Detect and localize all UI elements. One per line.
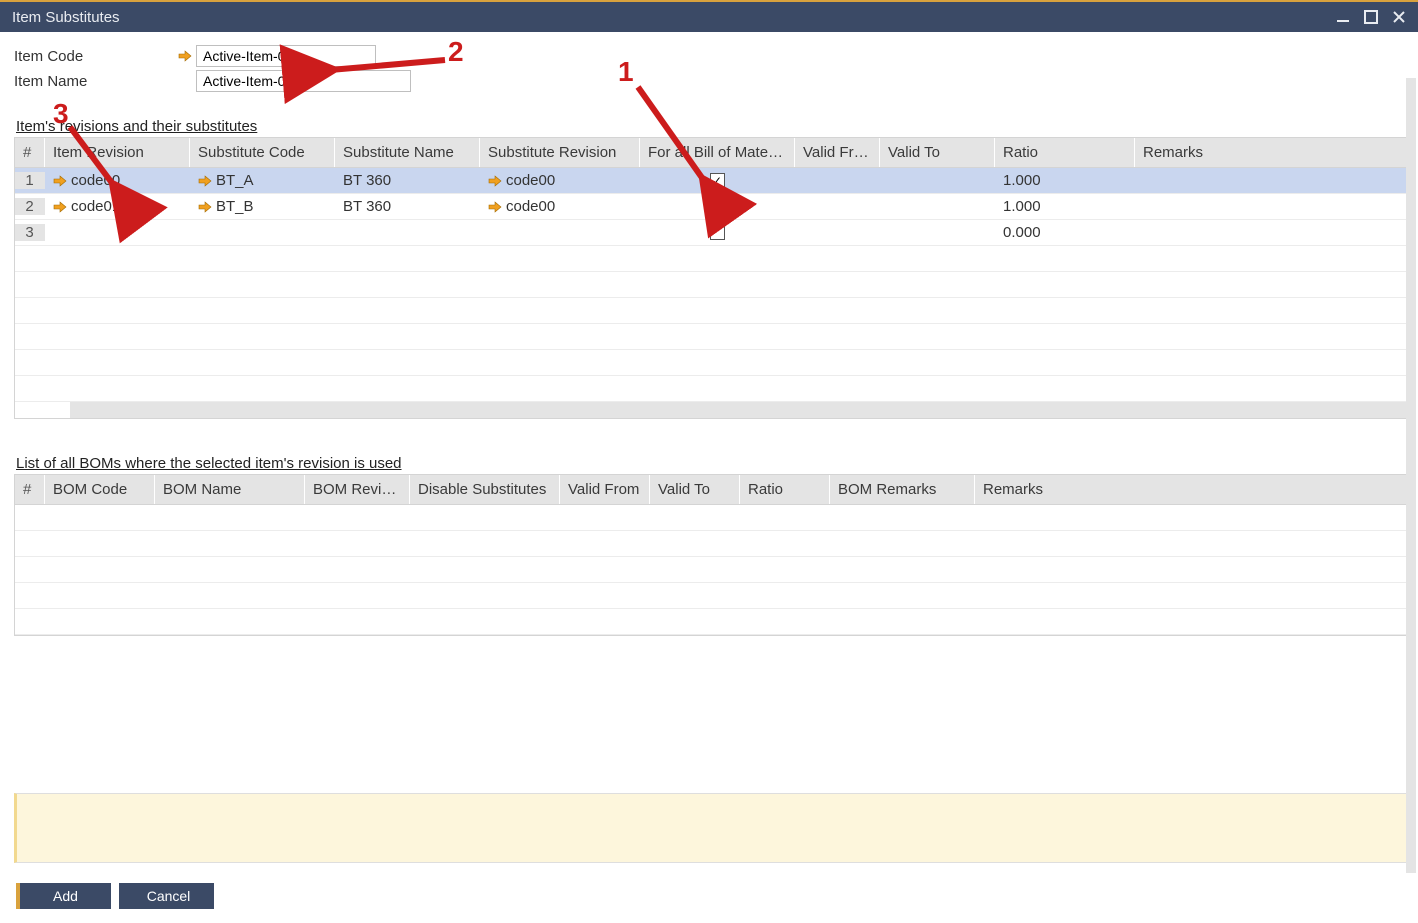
col-substitute-code[interactable]: Substitute Code xyxy=(190,138,335,167)
grid1-title: Item's revisions and their substitutes xyxy=(16,118,1408,135)
row-number: 1 xyxy=(15,172,45,189)
item-code-label: Item Code xyxy=(14,48,174,65)
link-arrow-icon[interactable] xyxy=(488,174,502,188)
cell-substitute-code[interactable]: BT_B xyxy=(190,198,335,215)
col2-ratio[interactable]: Ratio xyxy=(740,475,830,504)
col2-num[interactable]: # xyxy=(15,475,45,504)
link-arrow-icon[interactable] xyxy=(174,49,196,63)
link-arrow-icon[interactable] xyxy=(488,200,502,214)
grid1-header-row: # Item Revision Substitute Code Substitu… xyxy=(15,138,1407,168)
row-number: 2 xyxy=(15,198,45,215)
item-code-input[interactable] xyxy=(196,45,376,67)
col2-bom-remarks[interactable]: BOM Remarks xyxy=(830,475,975,504)
col-remarks[interactable]: Remarks xyxy=(1135,138,1407,167)
cell-substitute-revision[interactable]: code00 xyxy=(480,172,640,189)
item-name-label: Item Name xyxy=(14,73,174,90)
minimize-button[interactable] xyxy=(1332,6,1354,28)
close-button[interactable] xyxy=(1388,6,1410,28)
for-all-bom-checkbox[interactable] xyxy=(710,199,725,214)
col2-valid-from[interactable]: Valid From xyxy=(560,475,650,504)
table-row[interactable]: 3 0.000 xyxy=(15,220,1407,246)
cell-for-all-bom[interactable] xyxy=(640,225,795,240)
cell-item-revision[interactable]: code00 xyxy=(45,172,190,189)
col-substitute-revision[interactable]: Substitute Revision xyxy=(480,138,640,167)
col-num[interactable]: # xyxy=(15,138,45,167)
col-ratio[interactable]: Ratio xyxy=(995,138,1135,167)
grid2-header-row: # BOM Code BOM Name BOM Revision Disable… xyxy=(15,475,1407,505)
cell-substitute-name[interactable]: BT 360 xyxy=(335,172,480,189)
maximize-button[interactable] xyxy=(1360,6,1382,28)
row-number: 3 xyxy=(15,224,45,241)
remarks-panel[interactable] xyxy=(14,793,1408,863)
bom-usage-grid: # BOM Code BOM Name BOM Revision Disable… xyxy=(14,474,1408,636)
link-arrow-icon[interactable] xyxy=(198,200,212,214)
content-area: Item Code Item Name Item's revisions and… xyxy=(0,32,1418,923)
titlebar: Item Substitutes xyxy=(0,2,1418,32)
col2-bom-name[interactable]: BOM Name xyxy=(155,475,305,504)
cell-for-all-bom[interactable] xyxy=(640,199,795,214)
cell-substitute-name[interactable]: BT 360 xyxy=(335,198,480,215)
substitutes-grid: # Item Revision Substitute Code Substitu… xyxy=(14,137,1408,419)
cell-substitute-revision[interactable]: code00 xyxy=(480,198,640,215)
grid1-hscroll[interactable] xyxy=(15,402,1407,418)
cell-ratio[interactable]: 0.000 xyxy=(995,224,1135,241)
table-row[interactable]: 1 code00 BT_ABT 360 code00 1.000 xyxy=(15,168,1407,194)
col-substitute-name[interactable]: Substitute Name xyxy=(335,138,480,167)
header-form: Item Code Item Name xyxy=(14,44,1408,94)
cell-ratio[interactable]: 1.000 xyxy=(995,198,1135,215)
window-title: Item Substitutes xyxy=(12,9,120,26)
cancel-button[interactable]: Cancel xyxy=(119,883,214,909)
cell-item-revision[interactable]: code01 xyxy=(45,198,190,215)
col-valid-to[interactable]: Valid To xyxy=(880,138,995,167)
col-item-revision[interactable]: Item Revision xyxy=(45,138,190,167)
for-all-bom-checkbox[interactable] xyxy=(710,173,725,188)
link-arrow-icon[interactable] xyxy=(198,174,212,188)
col2-bom-code[interactable]: BOM Code xyxy=(45,475,155,504)
grid2-title: List of all BOMs where the selected item… xyxy=(16,455,1408,472)
table-row[interactable]: 2 code01 BT_BBT 360 code00 1.000 xyxy=(15,194,1407,220)
link-arrow-icon[interactable] xyxy=(53,200,67,214)
col2-bom-revision[interactable]: BOM Revision xyxy=(305,475,410,504)
cell-substitute-code[interactable]: BT_A xyxy=(190,172,335,189)
link-arrow-icon[interactable] xyxy=(53,174,67,188)
vertical-scrollbar[interactable] xyxy=(1406,78,1416,873)
item-name-input[interactable] xyxy=(196,70,411,92)
cell-for-all-bom[interactable] xyxy=(640,173,795,188)
col2-valid-to[interactable]: Valid To xyxy=(650,475,740,504)
col-valid-from[interactable]: Valid From xyxy=(795,138,880,167)
cell-ratio[interactable]: 1.000 xyxy=(995,172,1135,189)
add-button[interactable]: Add xyxy=(16,883,111,909)
col2-remarks[interactable]: Remarks xyxy=(975,475,1407,504)
col2-disable-subs[interactable]: Disable Substitutes xyxy=(410,475,560,504)
app-window: Item Substitutes Item Code Item Name xyxy=(0,0,1418,923)
for-all-bom-checkbox[interactable] xyxy=(710,225,725,240)
col-for-all-bom[interactable]: For all Bill of Materi... xyxy=(640,138,795,167)
